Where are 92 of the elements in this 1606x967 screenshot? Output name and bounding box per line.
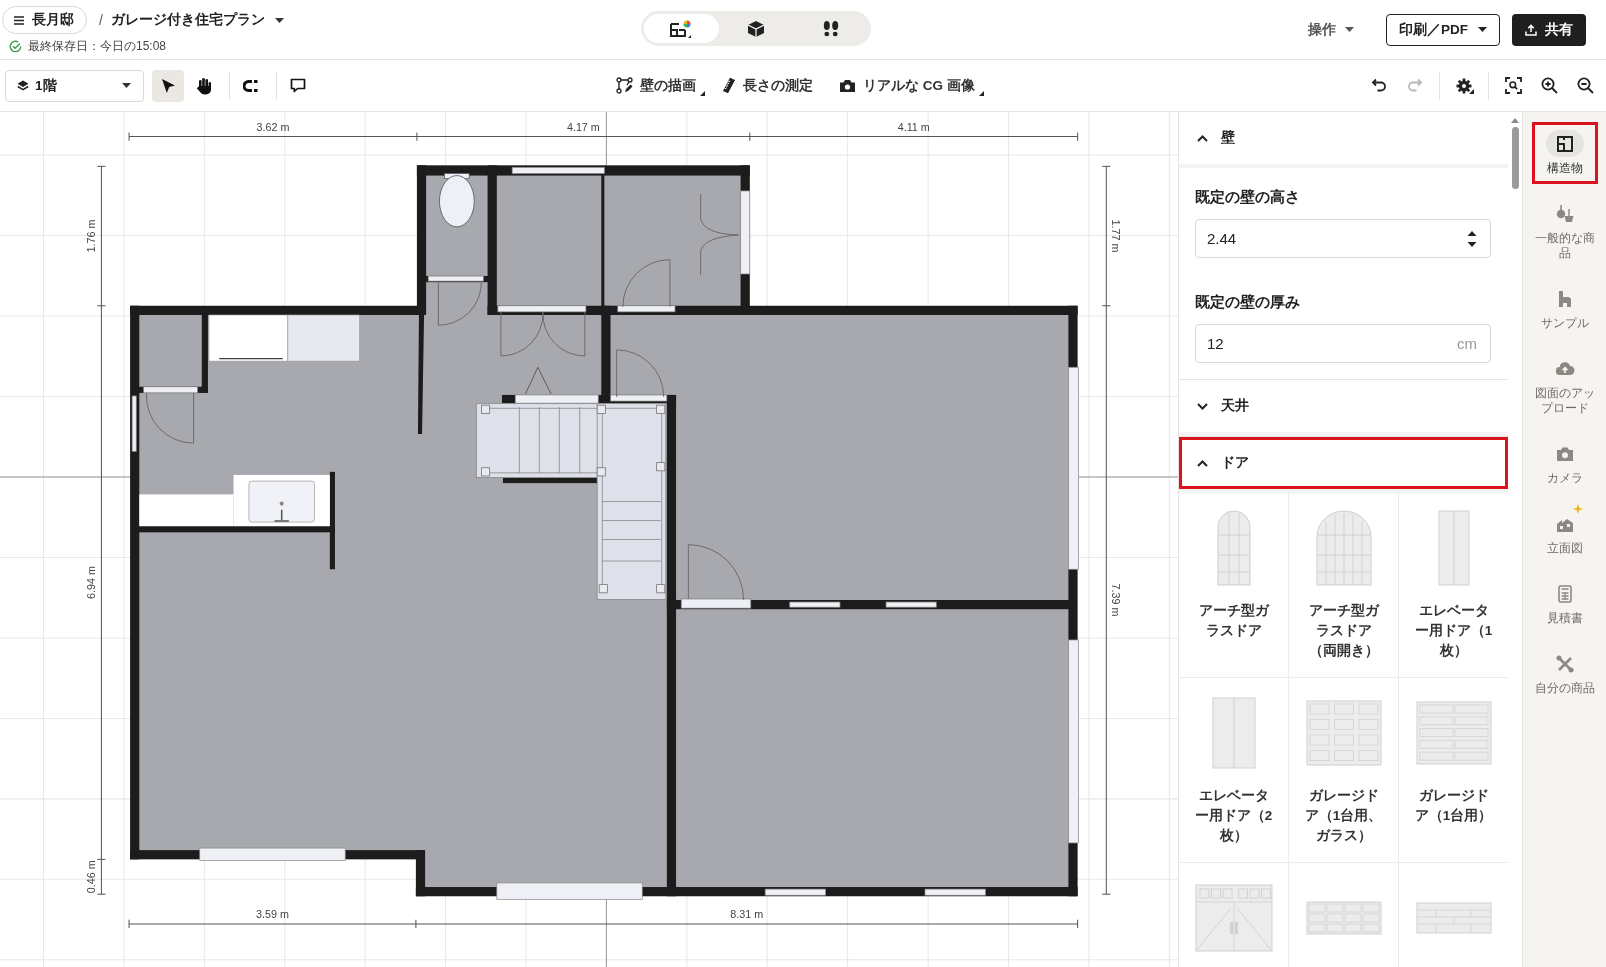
operations-menu-button[interactable]: 操作	[1304, 16, 1358, 43]
polyline-icon	[616, 77, 633, 94]
window-symbol	[885, 601, 937, 608]
caret-icon	[274, 17, 284, 23]
door-symbol	[427, 275, 484, 326]
my-products-tab[interactable]: 自分の商品	[1531, 642, 1598, 704]
door-item[interactable]: ガレージドア（1台用）	[1399, 678, 1508, 862]
cursor-icon	[160, 77, 176, 94]
arched-door-icon	[1216, 510, 1251, 586]
undo-icon	[1371, 78, 1387, 93]
window-symbol	[924, 888, 986, 896]
camera-tab[interactable]: カメラ	[1531, 432, 1598, 494]
menu-icon	[14, 15, 24, 25]
hand-icon	[196, 76, 212, 95]
footprints-icon	[821, 19, 840, 38]
lamp-and-pot-icon	[1554, 203, 1575, 224]
floor-level-dropdown[interactable]: 1階	[5, 69, 144, 102]
floor-plan-icon	[669, 18, 694, 39]
dimension-label: 1.77 m	[1110, 219, 1123, 253]
draw-wall-button[interactable]: 壁の描画	[614, 72, 706, 99]
scrollbar-thumb[interactable]	[1511, 127, 1519, 189]
dimension-label: 3.62 m	[256, 121, 290, 134]
settings-icon	[1456, 77, 1472, 94]
door-item[interactable]: ガレージドア（1台用、ガラス）	[1289, 678, 1398, 862]
dimension-label: 3.59 m	[256, 907, 289, 920]
zoom-in-icon	[1540, 77, 1558, 94]
plan-title-dropdown[interactable]: ガレージ付き住宅プラン	[110, 11, 284, 29]
print-pdf-button[interactable]: 印刷／PDF	[1386, 13, 1500, 46]
dimension-label: 8.31 m	[730, 907, 764, 920]
structure-tab[interactable]: 構造物	[1531, 122, 1598, 184]
door-item[interactable]: アーチ型ガラスドア（両開き）	[1289, 493, 1398, 677]
window-symbol	[131, 395, 137, 452]
double-arched-door-icon	[1315, 510, 1372, 586]
samples-tab[interactable]: サンプル	[1531, 277, 1598, 339]
dimension-label: 0.46 m	[85, 860, 98, 894]
project-menu-button[interactable]: 長月邸	[2, 6, 87, 34]
garage-door-icon	[1305, 901, 1382, 935]
estimate-tab[interactable]: 見積書	[1531, 572, 1598, 634]
door-symbol	[610, 349, 668, 402]
door-item[interactable]: エレベーター用ドア（1枚）	[1399, 493, 1508, 677]
garage-door-icon	[1415, 701, 1492, 765]
caret-icon	[1345, 27, 1354, 32]
door-symbol	[143, 386, 199, 444]
elevation-tab[interactable]: 立面図	[1531, 502, 1598, 564]
door-symbol	[617, 259, 676, 313]
dimension-label: 1.76 m	[85, 219, 98, 253]
camera-icon	[839, 78, 856, 93]
speech-bubble-icon	[290, 78, 306, 93]
caret-icon	[122, 83, 131, 88]
door-symbol	[680, 544, 752, 609]
door-item[interactable]: エレベーター用ドア（2枚）	[1179, 678, 1288, 862]
magnet-icon	[243, 78, 259, 93]
dimension-label: 4.11 m	[897, 121, 930, 134]
check-circle-icon	[9, 39, 22, 53]
sliding-door-icon	[1437, 510, 1470, 586]
garage-door-icon	[1194, 884, 1273, 952]
floor-plan-view-tab[interactable]	[644, 14, 719, 43]
upload-icon	[1525, 23, 1537, 36]
redo-icon	[1407, 78, 1423, 93]
layers-icon	[17, 80, 29, 91]
save-status-text: 最終保存日：今日の15:08	[28, 37, 167, 55]
field-label: 既定の壁の高さ	[1195, 187, 1301, 207]
toilet-drawing	[439, 173, 475, 228]
ruler-icon	[722, 77, 736, 94]
products-tab[interactable]: 一般的な商品	[1531, 192, 1598, 269]
garage-door-icon	[1415, 902, 1492, 934]
sink-drawing	[248, 480, 315, 523]
window-symbol	[789, 601, 841, 608]
breadcrumb-separator: /	[99, 12, 103, 28]
sliding-door-icon	[1211, 697, 1256, 769]
garage-door-icon	[1305, 700, 1382, 766]
measure-length-button[interactable]: 長さの測定	[720, 72, 823, 99]
window-symbol	[764, 888, 826, 896]
number-input-field[interactable]: 2.44	[1195, 219, 1491, 258]
cube-icon	[747, 19, 765, 38]
unit-label: cm	[1457, 335, 1477, 352]
door-item[interactable]: アーチ型ガラスドア	[1179, 493, 1288, 677]
section-header[interactable]: ドア	[1179, 437, 1508, 489]
crossed-tools-icon	[1554, 653, 1575, 674]
zoom-fit-icon	[1504, 77, 1522, 94]
floor-plan-icon	[1554, 133, 1575, 154]
dimension-label: 7.39 m	[1110, 583, 1123, 617]
select-tool-button[interactable]	[152, 69, 184, 102]
caret-icon	[1478, 27, 1487, 32]
dimension-label: 4.17 m	[566, 121, 600, 134]
render-image-button[interactable]: リアルな CG 画像	[837, 72, 985, 99]
field-label: 既定の壁の厚み	[1195, 292, 1301, 312]
zoom-out-icon	[1576, 77, 1594, 94]
arrow-up-icon[interactable]	[1511, 118, 1519, 123]
upload-plan-tab[interactable]: 図面のアップロード	[1531, 347, 1598, 424]
dimension-label: 6.94 m	[85, 566, 98, 599]
share-button[interactable]: 共有	[1512, 13, 1586, 46]
